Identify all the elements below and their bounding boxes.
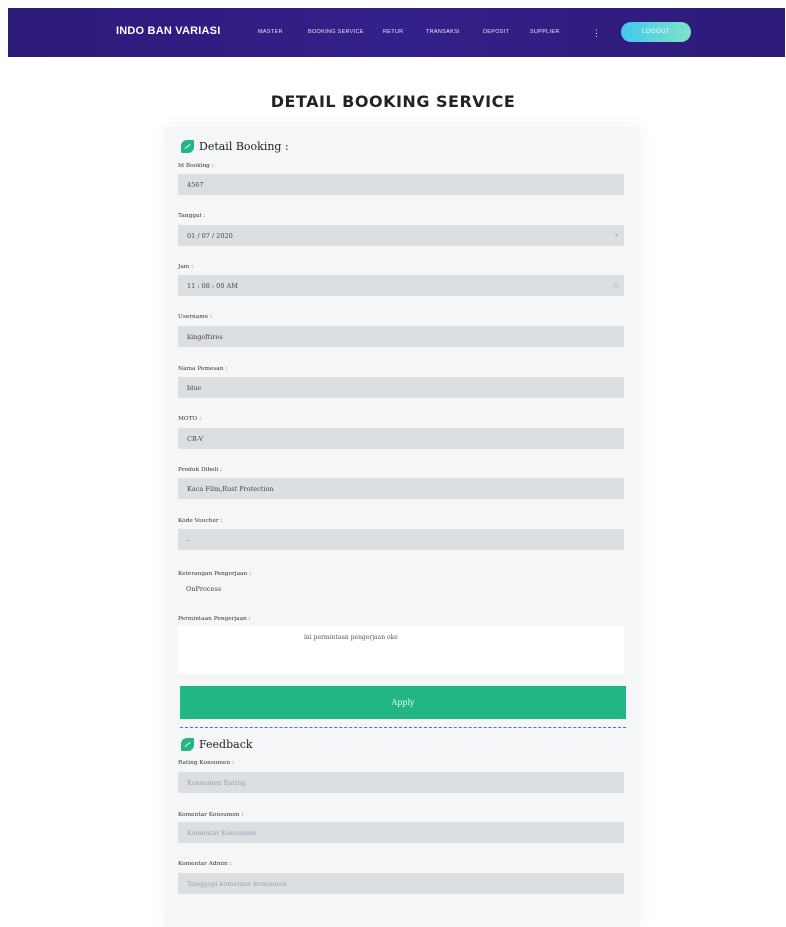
produk-dibeli-field[interactable]: Kaca Film,Rust Protection (178, 478, 624, 499)
booking-detail-card (165, 127, 640, 927)
detail-booking-heading-text: Detail Booking : (199, 140, 289, 153)
jam-label: Jam : (178, 264, 194, 270)
brand-logo[interactable]: INDO BAN VARIASI (116, 25, 220, 37)
jam-field[interactable]: 11 : 08 : 00 AM ◷ (178, 275, 624, 296)
rating-label: Rating Konsumen : (178, 760, 234, 766)
feedback-heading: Feedback (181, 738, 253, 751)
feedback-heading-text: Feedback (199, 738, 253, 751)
top-navbar: INDO BAN VARIASI MASTER BOOKING SERVICE … (8, 8, 785, 57)
keterangan-label: Keterangan Pengerjaan : (178, 571, 252, 577)
apply-button[interactable]: Apply (180, 686, 626, 719)
logout-button[interactable]: LOGOUT (621, 22, 691, 42)
keterangan-value: OnProcess (186, 585, 222, 593)
leaf-icon (181, 140, 194, 153)
id-booking-value: 4567 (187, 180, 204, 189)
tanggal-field[interactable]: 01 / 07 / 2020 ▾ (178, 225, 624, 246)
komentar-admin-placeholder: Tanggapi komentar konsumen (187, 879, 287, 888)
id-booking-label: Id Booking : (178, 163, 214, 169)
kode-voucher-label: Kode Voucher : (178, 518, 223, 524)
calendar-icon[interactable]: ▾ (615, 232, 618, 239)
kode-voucher-value: - (187, 535, 190, 544)
moto-field[interactable]: CR-V (178, 428, 624, 449)
clock-icon[interactable]: ◷ (613, 282, 618, 289)
tanggal-value: 01 / 07 / 2020 (187, 231, 233, 240)
komentar-admin-label: Komentar Admin : (178, 861, 232, 867)
nav-item-master[interactable]: MASTER (258, 29, 283, 35)
permintaan-value: ini permintaan pengerjaan oke (304, 634, 398, 641)
komentar-konsumen-input[interactable]: Komentar Konsumen (178, 822, 624, 843)
username-value: kingoftires (187, 332, 223, 341)
nav-item-deposit[interactable]: DEPOSIT (483, 29, 509, 35)
nama-pemesan-field[interactable]: blue (178, 377, 624, 398)
moto-value: CR-V (187, 434, 204, 443)
nav-item-retur[interactable]: RETUR (383, 29, 403, 35)
rating-input[interactable]: Konsumen Rating (178, 772, 624, 793)
rating-placeholder: Konsumen Rating (187, 778, 246, 787)
moto-label: MOTO : (178, 416, 202, 422)
produk-dibeli-label: Produk Dibeli : (178, 467, 223, 473)
kode-voucher-field[interactable]: - (178, 529, 624, 550)
komentar-admin-input[interactable]: Tanggapi komentar konsumen (178, 873, 624, 894)
id-booking-field[interactable]: 4567 (178, 174, 624, 195)
nav-item-transaksi[interactable]: TRANSAKSI (426, 29, 460, 35)
section-divider (180, 727, 626, 728)
nav-item-booking-service[interactable]: BOOKING SERVICE (308, 29, 364, 35)
nav-item-supplier[interactable]: SUPPLIER (530, 29, 560, 35)
username-label: Username : (178, 314, 212, 320)
permintaan-textarea[interactable]: ini permintaan pengerjaan oke (178, 626, 624, 674)
tanggal-label: Tanggal : (178, 213, 206, 219)
nama-pemesan-label: Nama Pemesan : (178, 366, 228, 372)
detail-booking-heading: Detail Booking : (181, 140, 289, 153)
komentar-konsumen-label: Komentar Konsumen : (178, 812, 244, 818)
produk-dibeli-value: Kaca Film,Rust Protection (187, 484, 274, 493)
leaf-icon (181, 738, 194, 751)
komentar-konsumen-placeholder: Komentar Konsumen (187, 828, 256, 837)
username-field[interactable]: kingoftires (178, 326, 624, 347)
nama-pemesan-value: blue (187, 383, 202, 392)
jam-value: 11 : 08 : 00 AM (187, 281, 238, 290)
permintaan-label: Permintaan Pengerjaan : (178, 616, 251, 622)
page-title: DETAIL BOOKING SERVICE (270, 92, 516, 111)
more-vertical-icon[interactable]: ⋮ (592, 30, 601, 39)
